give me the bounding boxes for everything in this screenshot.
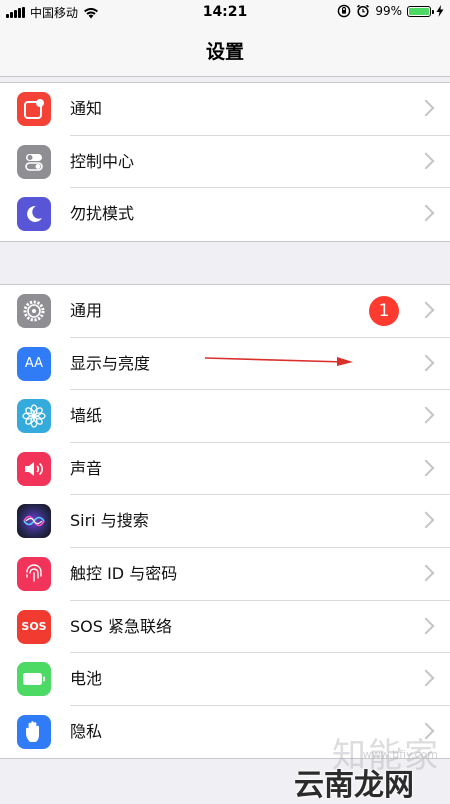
chevron-right-icon [417, 564, 435, 582]
battery-icon [17, 662, 51, 697]
row-label: 电池 [70, 669, 103, 689]
chevron-right-icon [417, 617, 435, 635]
icon-text: AA [24, 356, 44, 372]
alarm-clock-icon [357, 4, 370, 18]
settings-row-notifications[interactable]: 通知 [0, 83, 450, 136]
settings-row-sounds[interactable]: 声音 [0, 443, 450, 496]
privacy-hand-icon [17, 714, 51, 749]
annotation-arrow [205, 357, 353, 366]
row-label: 显示与亮度 [70, 353, 151, 373]
chevron-right-icon [417, 354, 435, 372]
settings-row-siri-search[interactable]: Siri 与搜索 [0, 495, 450, 548]
do-not-disturb-moon-icon [17, 197, 51, 232]
gear-icon [17, 294, 51, 328]
settings-row-control-center[interactable]: 控制中心 [0, 136, 450, 189]
chevron-right-icon [417, 99, 435, 117]
row-label: 通知 [70, 99, 103, 118]
settings-row-emergency-sos[interactable]: SOS SOS 紧急联络 [0, 601, 450, 654]
row-label: 控制中心 [70, 151, 135, 171]
row-label: 隐私 [70, 721, 103, 741]
navigation-bar: 设置 [0, 24, 450, 77]
battery-level-fill [409, 7, 429, 15]
settings-row-wallpaper[interactable]: 墙纸 [0, 390, 450, 443]
speaker-icon [17, 451, 51, 486]
page-title: 设置 [205, 41, 244, 63]
chevron-right-icon [417, 511, 435, 529]
row-label: 墙纸 [70, 406, 103, 426]
chevron-right-icon [417, 459, 435, 477]
battery-icon [407, 5, 434, 17]
control-center-icon [17, 144, 51, 179]
chevron-right-icon [417, 406, 435, 424]
chevron-right-icon [417, 669, 435, 687]
row-label: 触控 ID 与密码 [70, 563, 178, 583]
fingerprint-icon [17, 556, 51, 591]
settings-row-touch-id-passcode[interactable]: 触控 ID 与密码 [0, 548, 450, 601]
chevron-right-icon [417, 204, 435, 222]
charging-bolt-icon [436, 5, 444, 17]
chevron-right-icon [417, 152, 435, 170]
row-label: 勿扰模式 [70, 204, 135, 224]
status-right: 99% [337, 4, 444, 18]
settings-row-do-not-disturb[interactable]: 勿扰模式 [0, 188, 450, 241]
watermark-bottom: 云南龙网 [294, 768, 414, 803]
icon-text: SOS [21, 620, 47, 634]
display-brightness-icon: AA [17, 346, 51, 381]
chevron-right-icon [417, 301, 435, 319]
row-label: 声音 [70, 458, 103, 478]
row-label: SOS 紧急联络 [70, 616, 172, 636]
row-label: 通用 [70, 301, 103, 320]
notifications-icon [17, 92, 51, 126]
settings-row-general[interactable]: 通用 1 [0, 285, 450, 338]
wallpaper-flower-icon [17, 399, 51, 434]
settings-group-1: 通知 控制中心 勿扰模式 [0, 82, 450, 242]
battery-percent: 99% [375, 4, 402, 18]
row-label: Siri 与搜索 [70, 511, 149, 531]
siri-icon [17, 504, 51, 539]
settings-row-battery[interactable]: 电池 [0, 653, 450, 706]
orientation-lock-icon [338, 4, 351, 18]
notification-badge: 1 [369, 296, 399, 326]
sos-icon: SOS [17, 609, 51, 644]
status-bar: 中国移动 14:21 99% [0, 0, 450, 24]
